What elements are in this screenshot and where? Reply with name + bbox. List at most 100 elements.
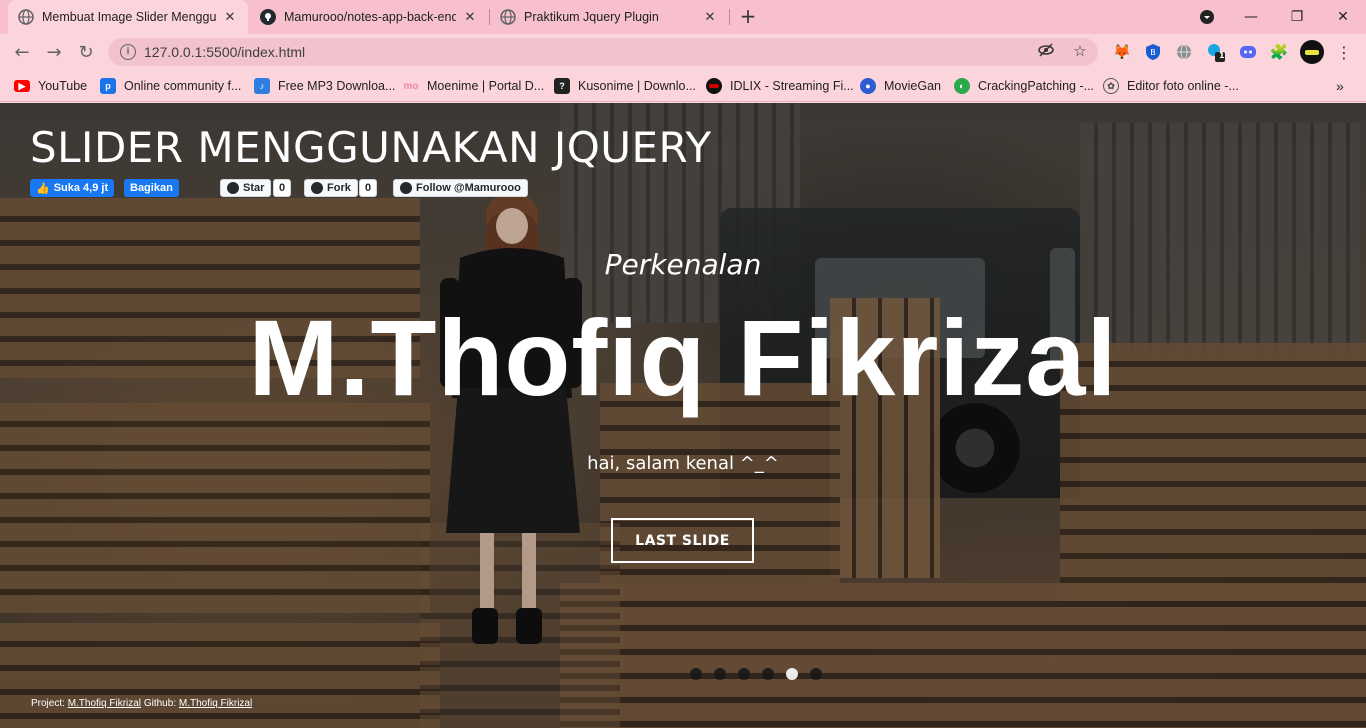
shield-icon[interactable]: B [1143, 42, 1163, 62]
globe-icon [18, 9, 34, 25]
facebook-share-button[interactable]: Bagikan [124, 179, 179, 197]
tab-title: Praktikum Jquery Plugin [524, 10, 659, 24]
svg-text:B: B [1150, 48, 1156, 57]
github-star-label: Star [243, 182, 265, 194]
moviegan-icon: ● [860, 78, 876, 94]
facebook-like-button[interactable]: 👍 Suka 4,9 jt [30, 179, 115, 197]
slide-dot-4[interactable] [762, 668, 774, 680]
extension-badge-icon[interactable]: 1 [1206, 42, 1226, 62]
community-icon: p [100, 78, 116, 94]
slide-dot-5[interactable] [786, 668, 798, 680]
reload-icon[interactable]: ↻ [72, 38, 100, 66]
close-icon[interactable]: ✕ [462, 10, 478, 25]
metamask-icon[interactable]: 🦊 [1112, 42, 1132, 62]
slide-dot-3[interactable] [738, 668, 750, 680]
profile-menu-icon[interactable] [1184, 0, 1230, 34]
avatar[interactable] [1300, 40, 1324, 64]
bookmark-label: Free MP3 Downloa... [278, 79, 396, 93]
github-star-button[interactable]: Star [220, 179, 272, 197]
address-bar[interactable]: i 127.0.0.1:5500/index.html [108, 38, 1098, 66]
github-fork-button[interactable]: Fork [304, 179, 358, 197]
bookmark-label: Online community f... [124, 79, 242, 93]
youtube-icon: ▶ [14, 80, 30, 92]
kebab-menu-icon[interactable]: ⋮ [1334, 42, 1354, 62]
info-icon[interactable]: i [120, 44, 136, 60]
editor-icon: ✿ [1103, 78, 1119, 94]
tab-separator [729, 9, 730, 25]
bookmark-label: YouTube [38, 79, 88, 93]
bookmark-moenime[interactable]: mo Moenime | Portal D... [403, 76, 545, 96]
tab-notes-app[interactable]: Mamurooo/notes-app-back-end ✕ [250, 0, 488, 34]
github-follow-label: Follow @Mamurooo [416, 182, 521, 194]
tab-strip: Membuat Image Slider Menggun ✕ Mamurooo/… [0, 0, 1366, 34]
github-star-count[interactable]: 0 [273, 179, 292, 197]
tab-slider[interactable]: Membuat Image Slider Menggun ✕ [8, 0, 248, 34]
bookmarks-overflow-icon[interactable]: » [1336, 76, 1344, 96]
thumbs-up-icon: 👍 [36, 182, 50, 195]
github-icon [400, 182, 412, 194]
slide-dot-2[interactable] [714, 668, 726, 680]
bookmark-label: Kusonime | Downlo... [578, 79, 696, 93]
puzzle-extensions-icon[interactable]: 🧩 [1269, 42, 1289, 62]
star-bookmark-icon[interactable]: ☆ [1070, 41, 1090, 61]
bookmark-moviegan[interactable]: ● MovieGan [860, 76, 941, 96]
page-title: SLIDER MENGGUNAKAN JQUERY [30, 123, 712, 172]
url-text: 127.0.0.1:5500/index.html [144, 44, 306, 60]
slide-text: hai, salam kenal ^_^ [587, 453, 779, 474]
bookmark-editor-foto[interactable]: ✿ Editor foto online -... [1103, 76, 1239, 96]
bookmark-label: Moenime | Portal D... [427, 79, 545, 93]
last-slide-button[interactable]: LAST SLIDE [611, 518, 754, 563]
tab-title: Mamurooo/notes-app-back-end [284, 10, 456, 24]
music-icon: ♪ [254, 78, 270, 94]
crackingpatching-icon: ◐ [954, 78, 970, 94]
footer-prefix: Project: [31, 698, 68, 709]
tab-title: Membuat Image Slider Menggun [42, 10, 216, 24]
back-arrow-icon[interactable]: ← [8, 38, 36, 66]
close-icon[interactable]: ✕ [222, 10, 238, 25]
bookmark-free-mp3[interactable]: ♪ Free MP3 Downloa... [254, 76, 395, 96]
bookmark-idlix[interactable]: IDLIX - Streaming Fi... [706, 76, 854, 96]
facebook-share-label: Bagikan [130, 182, 173, 194]
idlix-icon [706, 78, 722, 94]
discord-icon[interactable] [1238, 42, 1258, 62]
bookmark-label: Editor foto online -... [1127, 79, 1239, 93]
github-link[interactable]: M.Thofiq Fikrizal [179, 698, 252, 709]
github-icon [260, 9, 276, 25]
globe-extension-icon[interactable] [1174, 42, 1194, 62]
bookmark-youtube[interactable]: ▶ YouTube [14, 76, 87, 96]
slide-heading: M.Thofiq Fikrizal [248, 297, 1118, 418]
github-fork-count[interactable]: 0 [359, 179, 378, 197]
close-window-button[interactable]: ✕ [1320, 0, 1366, 34]
slide-dot-1[interactable] [690, 668, 702, 680]
github-icon [311, 182, 323, 194]
bookmark-online-community[interactable]: p Online community f... [100, 76, 241, 96]
slide-dot-6[interactable] [810, 668, 822, 680]
eye-slash-icon[interactable] [1036, 41, 1056, 61]
slide-subtitle: Perkenalan [604, 248, 762, 281]
browser-toolbar: ← → ↻ i 127.0.0.1:5500/index.html ☆ 🦊 B … [0, 34, 1366, 70]
close-icon[interactable]: ✕ [702, 10, 718, 25]
kusonime-icon: ? [554, 78, 570, 94]
bookmark-kusonime[interactable]: ? Kusonime | Downlo... [554, 76, 696, 96]
extension-badge-count: 1 [1219, 51, 1225, 60]
page-footer: Project: M.Thofiq Fikrizal Github: M.Tho… [31, 698, 252, 709]
bookmarks-bar: ▶ YouTube p Online community f... ♪ Free… [0, 70, 1366, 102]
github-fork-label: Fork [327, 182, 351, 194]
github-icon [227, 182, 239, 194]
bookmark-label: IDLIX - Streaming Fi... [730, 79, 854, 93]
forward-arrow-icon[interactable]: → [40, 38, 68, 66]
github-follow-button[interactable]: Follow @Mamurooo [393, 179, 528, 197]
minimize-button[interactable]: — [1228, 0, 1274, 34]
bookmark-label: MovieGan [884, 79, 941, 93]
maximize-button[interactable]: ❐ [1274, 0, 1320, 34]
slider-viewport: SLIDER MENGGUNAKAN JQUERY 👍 Suka 4,9 jt … [0, 103, 1366, 728]
tab-praktikum[interactable]: Praktikum Jquery Plugin ✕ [490, 0, 728, 34]
facebook-like-label: Suka 4,9 jt [53, 182, 109, 194]
new-tab-button[interactable]: + [736, 4, 760, 28]
slider-pagination [690, 668, 822, 680]
bookmark-crackingpatching[interactable]: ◐ CrackingPatching -... [954, 76, 1094, 96]
project-link[interactable]: M.Thofiq Fikrizal [68, 698, 141, 709]
bookmark-label: CrackingPatching -... [978, 79, 1095, 93]
globe-icon [500, 9, 516, 25]
footer-github-prefix: Github: [141, 698, 179, 709]
